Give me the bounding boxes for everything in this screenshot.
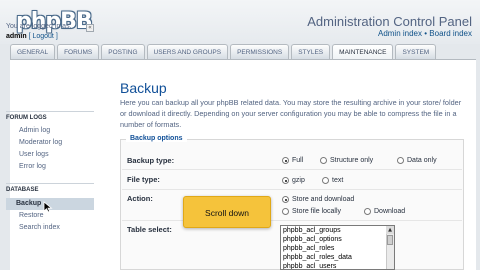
page-description: Here you can backup all your phpBB relat… [120, 98, 462, 129]
option-label: text [332, 177, 344, 184]
table-select-label: Table select: [127, 225, 172, 234]
table-select-listbox[interactable]: phpbb_acl_groups phpbb_acl_options phpbb… [280, 225, 395, 270]
row-divider [122, 169, 462, 170]
radio-selected[interactable] [282, 196, 289, 203]
sidebar-item-search-index[interactable]: Search index [6, 222, 94, 234]
tab-users-and-groups[interactable]: USERS AND GROUPS [146, 44, 229, 59]
sidebar-item-error-log[interactable]: Error log [6, 161, 94, 173]
sidebar-item-moderator-log[interactable]: Moderator log [6, 137, 94, 149]
action-label: Action: [127, 194, 153, 203]
sidebar-item-admin-log[interactable]: Admin log [6, 125, 94, 137]
table-option[interactable]: phpbb_acl_groups [281, 226, 394, 235]
action-store-locally-option[interactable]: Store file locally [282, 208, 341, 215]
logout-link[interactable]: [ Logout ] [29, 33, 58, 40]
backup-type-full-option[interactable]: Full [282, 157, 303, 164]
action-download-option[interactable]: Download [364, 208, 405, 215]
fieldset-legend: Backup options [126, 135, 187, 142]
radio-unselected[interactable] [364, 208, 371, 215]
menu-heading-forum-logs: FORUM LOGS [6, 115, 47, 121]
tab-maintenance[interactable]: MAINTENANCE [332, 44, 394, 60]
collapse-sidebar-button[interactable]: « [86, 24, 94, 32]
menu-heading-database: DATABASE [6, 187, 39, 193]
radio-unselected[interactable] [397, 157, 404, 164]
option-label: Full [292, 157, 304, 164]
sidebar-item-user-logs[interactable]: User logs [6, 149, 94, 161]
board-index-link[interactable]: Board index [429, 29, 472, 38]
listbox-scrollbar[interactable]: ▲ [386, 226, 394, 269]
tab-styles[interactable]: STYLES [291, 44, 331, 59]
option-label: Store file locally [292, 208, 342, 215]
radio-selected[interactable] [282, 157, 289, 164]
tab-forums[interactable]: FORUMS [57, 44, 100, 59]
row-divider [122, 220, 462, 221]
scroll-up-arrow-icon[interactable]: ▲ [386, 226, 394, 234]
option-label: gzip [292, 177, 305, 184]
file-type-text-option[interactable]: text [322, 177, 343, 184]
backup-type-data-option[interactable]: Data only [397, 157, 437, 164]
radio-unselected[interactable] [282, 208, 289, 215]
radio-unselected[interactable] [322, 177, 329, 184]
page-header-title: Administration Control Panel [307, 14, 472, 29]
login-info: You are logged in as: admin [ Logout ] [6, 22, 72, 42]
option-label: Structure only [330, 157, 374, 164]
table-option[interactable]: phpbb_acl_users [281, 262, 394, 269]
action-store-download-option[interactable]: Store and download [282, 196, 354, 203]
scroll-thumb[interactable] [387, 235, 393, 245]
username: admin [6, 33, 27, 40]
table-option[interactable]: phpbb_acl_options [281, 235, 394, 244]
scroll-down-callout: Scroll down [183, 196, 271, 228]
menu-divider [6, 183, 94, 184]
option-label: Store and download [292, 196, 355, 203]
option-label: Data only [407, 157, 437, 164]
file-type-gzip-option[interactable]: gzip [282, 177, 305, 184]
option-label: Download [374, 208, 406, 215]
header-links: Admin index • Board index [378, 29, 472, 38]
admin-index-link[interactable]: Admin index [378, 29, 422, 38]
file-type-label: File type: [127, 175, 160, 184]
mouse-pointer-icon [43, 201, 53, 213]
tab-general[interactable]: GENERAL [10, 44, 56, 59]
main-tabs: GENERAL FORUMS POSTING USERS AND GROUPS … [10, 44, 437, 60]
table-option[interactable]: phpbb_acl_roles [281, 244, 394, 253]
tab-permissions[interactable]: PERMISSIONS [230, 44, 290, 59]
link-separator: • [424, 29, 428, 38]
page-title: Backup [120, 80, 167, 96]
menu-divider [6, 111, 94, 112]
tab-posting[interactable]: POSTING [101, 44, 145, 59]
login-prefix: You are logged in as: [6, 23, 72, 30]
row-divider [122, 189, 462, 190]
radio-selected[interactable] [282, 177, 289, 184]
backup-type-label: Backup type: [127, 156, 175, 165]
backup-type-structure-option[interactable]: Structure only [320, 157, 373, 164]
table-option[interactable]: phpbb_acl_roles_data [281, 253, 394, 262]
acp-header: phpBB Administration Control Panel Admin… [0, 0, 480, 44]
radio-unselected[interactable] [320, 157, 327, 164]
tab-system[interactable]: SYSTEM [395, 44, 437, 59]
